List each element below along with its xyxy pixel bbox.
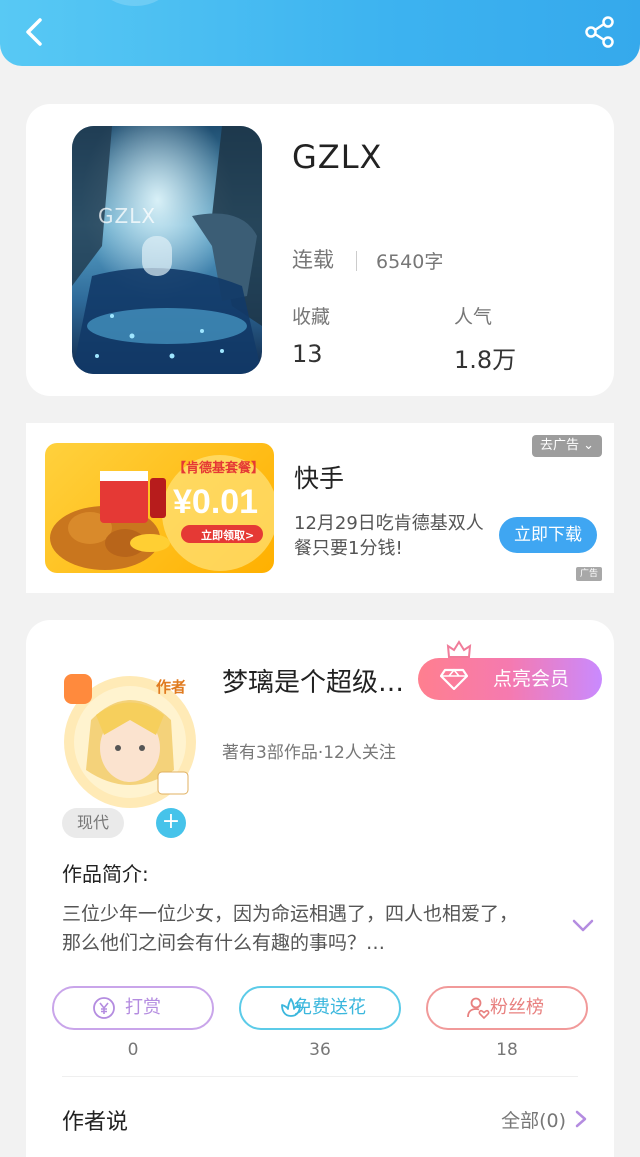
add-tag-button[interactable]: + bbox=[156, 808, 186, 838]
diamond-icon bbox=[440, 668, 468, 690]
divider bbox=[356, 251, 357, 271]
download-button[interactable]: 立即下载 bbox=[499, 517, 597, 553]
author-name[interactable]: 梦璃是个超级… bbox=[222, 662, 422, 699]
book-title: GZLX bbox=[292, 138, 383, 176]
serial-status: 连载 bbox=[292, 248, 334, 272]
tip-count: 0 bbox=[127, 1040, 139, 1060]
user-heart-icon bbox=[467, 997, 490, 1020]
favorites-value: 13 bbox=[292, 340, 323, 368]
top-bar bbox=[0, 0, 640, 66]
flower-count: 36 bbox=[309, 1040, 331, 1060]
popularity-value: 1.8万 bbox=[454, 346, 517, 374]
intro-text: 三位少年一位少女，因为命运相遇了，四人也相爱了，那么他们之间会有什么有趣的事吗？… bbox=[62, 903, 519, 954]
ad-image-price: ¥0.01 bbox=[173, 483, 259, 521]
popularity-label: 人气 bbox=[454, 306, 493, 328]
ad-description: 12月29日吃肯德基双人餐只要1分钱! bbox=[294, 513, 484, 559]
chevron-down-icon: ⌄ bbox=[583, 438, 594, 453]
ad-banner[interactable]: 【肯德基套餐】 ¥0.01 立即领取> 去广告 ⌄ 快手 12月29日吃肯德基双… bbox=[26, 423, 614, 593]
yen-coin-icon bbox=[93, 997, 115, 1019]
flower-icon bbox=[281, 998, 301, 1017]
remove-ad-label: 去广告 bbox=[539, 438, 579, 453]
fan-ranking-label: 粉丝榜 bbox=[490, 997, 544, 1018]
cover-artwork bbox=[72, 126, 262, 374]
crown-icon bbox=[446, 640, 472, 658]
author-stats: 著有3部作品·12人关注 bbox=[222, 743, 396, 763]
share-icon bbox=[585, 16, 614, 48]
remove-ad-button[interactable]: 去广告 ⌄ bbox=[531, 435, 602, 457]
author-says-title: 作者说 bbox=[62, 1110, 129, 1135]
all-label: 全部(0) bbox=[501, 1110, 566, 1132]
book-info-card: GZLX GZLX 连载 6540字 收藏 13 人气 1.8万 bbox=[26, 104, 614, 396]
ad-image-banner: 【肯德基套餐】 bbox=[173, 461, 265, 476]
fan-count: 18 bbox=[496, 1040, 518, 1060]
fan-ranking-button[interactable]: 粉丝榜 bbox=[426, 986, 588, 1030]
intro-title: 作品简介: bbox=[62, 862, 149, 886]
book-cover[interactable]: GZLX bbox=[72, 126, 262, 374]
vip-button[interactable]: 点亮会员 bbox=[418, 658, 602, 700]
avatar-artwork bbox=[64, 674, 196, 808]
ad-image[interactable]: 【肯德基套餐】 ¥0.01 立即领取> bbox=[45, 443, 274, 573]
decorative-bubble bbox=[100, 0, 170, 6]
tip-button[interactable]: 打赏 bbox=[52, 986, 214, 1030]
tip-label: 打赏 bbox=[125, 997, 161, 1018]
favorites-label: 收藏 bbox=[292, 306, 331, 328]
chevron-right-icon bbox=[575, 1110, 587, 1128]
ad-tag-label: 广告 bbox=[579, 569, 598, 579]
share-button[interactable] bbox=[582, 14, 618, 50]
send-flower-button[interactable]: 免费送花 bbox=[239, 986, 401, 1030]
ad-tag: 广告 bbox=[575, 567, 602, 581]
author-card: 作者 梦璃是个超级… 点亮会员 著有3部作品·12人关注 现代 + 作品简介: … bbox=[26, 620, 614, 1157]
divider bbox=[62, 1076, 578, 1077]
vip-label: 点亮会员 bbox=[492, 668, 569, 690]
chevron-left-icon bbox=[26, 18, 42, 46]
send-flower-label: 免费送花 bbox=[294, 997, 366, 1018]
cover-title-text: GZLX bbox=[98, 204, 157, 228]
word-count: 6540字 bbox=[376, 251, 444, 273]
back-button[interactable] bbox=[18, 14, 54, 50]
author-says-all-link[interactable]: 全部(0) bbox=[501, 1106, 588, 1133]
author-badge: 作者 bbox=[156, 678, 187, 696]
author-avatar[interactable]: 作者 bbox=[46, 660, 214, 810]
chevron-down-icon[interactable] bbox=[572, 918, 594, 934]
ad-image-cta: 立即领取> bbox=[201, 529, 255, 542]
genre-tag[interactable]: 现代 bbox=[62, 808, 124, 838]
ad-app-name: 快手 bbox=[294, 464, 345, 493]
